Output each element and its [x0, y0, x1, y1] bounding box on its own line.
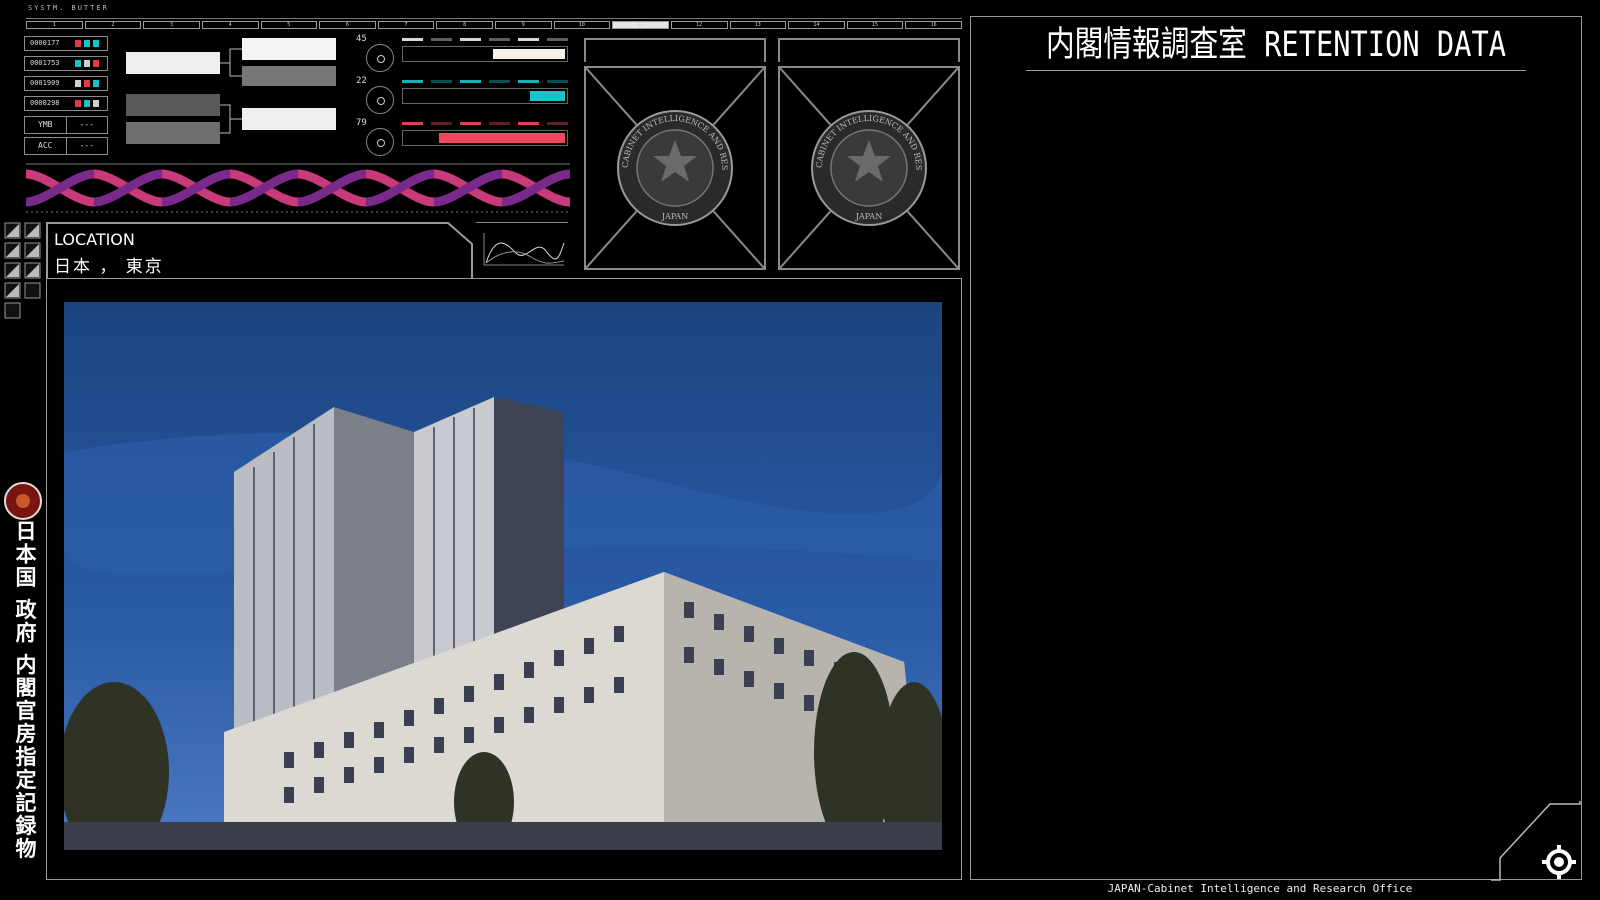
side-tile-group	[4, 222, 41, 319]
strip-cell[interactable]: 1	[26, 21, 83, 29]
side-vertical-label: 日本国 政府 内閣官房指定記録物	[13, 520, 37, 861]
location-value: 日本 ， 東京	[54, 257, 164, 277]
id-row[interactable]: 0001753	[24, 56, 108, 71]
government-building-image	[64, 302, 942, 850]
strip-cell[interactable]: 4	[201, 21, 259, 29]
status-swatch	[75, 60, 81, 67]
kv-row[interactable]: YMB ---	[24, 116, 108, 134]
status-swatch	[75, 100, 81, 107]
strip-header: SYSTM. BUTTER	[28, 4, 109, 12]
status-swatch	[84, 60, 90, 67]
gauge-bar	[402, 46, 568, 62]
connector-diagram	[126, 38, 336, 144]
strip-cell[interactable]: 12	[670, 21, 728, 29]
id-code: 0001909	[30, 79, 60, 87]
strip-cell[interactable]: 15	[846, 21, 904, 29]
seal-graphic: CABINET INTELLIGENCE AND RESEARCH OFFICE…	[776, 61, 959, 269]
strip-cell[interactable]: 11	[612, 21, 669, 29]
strip-cell[interactable]: 13	[729, 21, 787, 29]
gauge-value: 45	[356, 34, 367, 44]
status-swatch	[93, 60, 99, 67]
dial-icon[interactable]	[366, 128, 394, 156]
strip-cell[interactable]: 10	[553, 21, 611, 29]
dial-icon[interactable]	[366, 44, 394, 72]
kv-value: ---	[79, 141, 94, 150]
id-code: 0000298	[30, 99, 60, 107]
status-swatch	[84, 80, 90, 87]
retention-data-panel: 内閣情報調査室 RETENTION DATA	[970, 16, 1582, 880]
seal-tab-2	[778, 38, 960, 62]
seal-panel: CABINET INTELLIGENCE AND RESEARCH OFFICE…	[582, 61, 766, 270]
gauge-value: 22	[356, 76, 367, 86]
status-swatch	[75, 80, 81, 87]
strip-cell[interactable]: 9	[495, 21, 552, 29]
block-low-left	[126, 122, 220, 144]
strip-cell[interactable]: 14	[788, 21, 845, 29]
location-label: LOCATION	[54, 230, 135, 249]
strip-cell[interactable]: 6	[319, 21, 376, 29]
strip-cell[interactable]: 2	[84, 21, 142, 29]
block-mid-left	[126, 94, 220, 116]
kv-row[interactable]: ACC ---	[24, 137, 108, 155]
mini-curve	[483, 233, 565, 266]
seal-panel: CABINET INTELLIGENCE AND RESEARCH OFFICE…	[776, 61, 960, 270]
retention-title: 内閣情報調査室 RETENTION DATA	[1025, 17, 1527, 71]
id-code: 0000177	[30, 39, 60, 47]
gauge-bar	[402, 130, 568, 146]
strip-cell[interactable]: 7	[377, 21, 435, 29]
block-top-right-upper	[242, 38, 336, 60]
footer-caption: JAPAN-Cabinet Intelligence and Research …	[1107, 882, 1413, 895]
top-status-strip: SYSTM. BUTTER 1 2 3 4 5 6 7 8 9 10 11 12 13 14 15 16	[26, 4, 962, 30]
status-swatch	[93, 80, 99, 87]
gauge-fill	[493, 49, 565, 59]
gauge-fill	[529, 91, 565, 101]
dial-icon[interactable]	[366, 86, 394, 114]
seal-bottom-text: JAPAN	[855, 212, 882, 221]
strip-cell[interactable]: 5	[260, 21, 318, 29]
status-swatch	[84, 100, 90, 107]
block-top-left	[126, 52, 220, 74]
status-swatch	[84, 40, 90, 47]
id-row[interactable]: 0000298	[24, 96, 108, 111]
block-low-right	[242, 108, 336, 130]
id-row[interactable]: 0000177	[24, 36, 108, 51]
strip-cell[interactable]: 8	[436, 21, 493, 29]
location-panel: LOCATION 日本 ， 東京	[46, 222, 472, 278]
kv-value: ---	[79, 120, 94, 129]
status-swatch	[75, 40, 81, 47]
seal-tab-1	[584, 38, 766, 62]
status-swatch	[93, 40, 99, 47]
mini-curve-chart	[476, 222, 568, 272]
gauge-dashes	[402, 38, 568, 42]
kv-key: YMB	[25, 117, 67, 133]
kv-key: ACC	[25, 138, 67, 154]
gear-icon[interactable]	[1541, 844, 1577, 880]
gauge-dashes	[402, 122, 568, 126]
seal-bottom-text: JAPAN	[661, 212, 688, 221]
block-top-right-lower	[242, 66, 336, 86]
strip-cell[interactable]: 16	[905, 21, 962, 29]
gauge-fill	[438, 133, 565, 143]
status-swatch	[93, 100, 99, 107]
helix-waveform	[26, 163, 570, 213]
government-emblem-icon	[4, 482, 42, 520]
connector-lines	[220, 48, 242, 134]
id-row[interactable]: 0001909	[24, 76, 108, 91]
gauge-dashes	[402, 80, 568, 84]
strip-cells: 1 2 3 4 5 6 7 8 9 10 11 12 13 14 15 16	[26, 18, 962, 30]
gauge-bar	[402, 88, 568, 104]
building-photo	[64, 302, 942, 850]
id-code: 0001753	[30, 59, 60, 67]
gauge-value: 79	[356, 118, 367, 128]
seal-graphic: CABINET INTELLIGENCE AND RESEARCH OFFICE…	[582, 61, 765, 269]
strip-cell[interactable]: 3	[143, 21, 200, 29]
